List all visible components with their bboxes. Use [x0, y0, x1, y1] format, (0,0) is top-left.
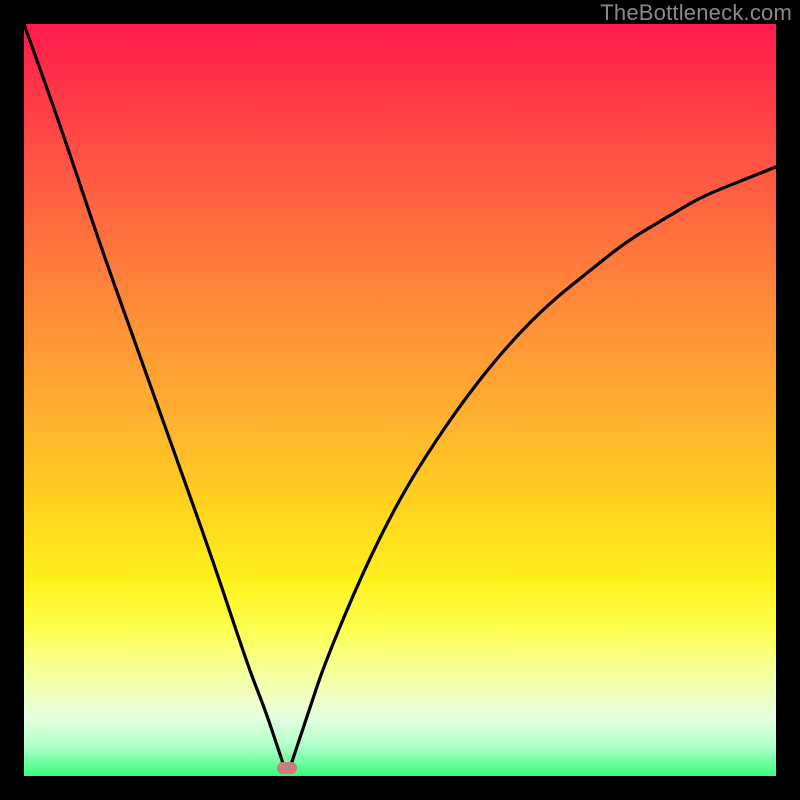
- plot-area: [24, 24, 776, 776]
- chart-stage: TheBottleneck.com: [0, 0, 800, 800]
- curve-svg: [24, 24, 776, 776]
- watermark-text: TheBottleneck.com: [600, 0, 792, 26]
- bottleneck-curve: [24, 24, 776, 770]
- optimal-marker: [277, 762, 297, 774]
